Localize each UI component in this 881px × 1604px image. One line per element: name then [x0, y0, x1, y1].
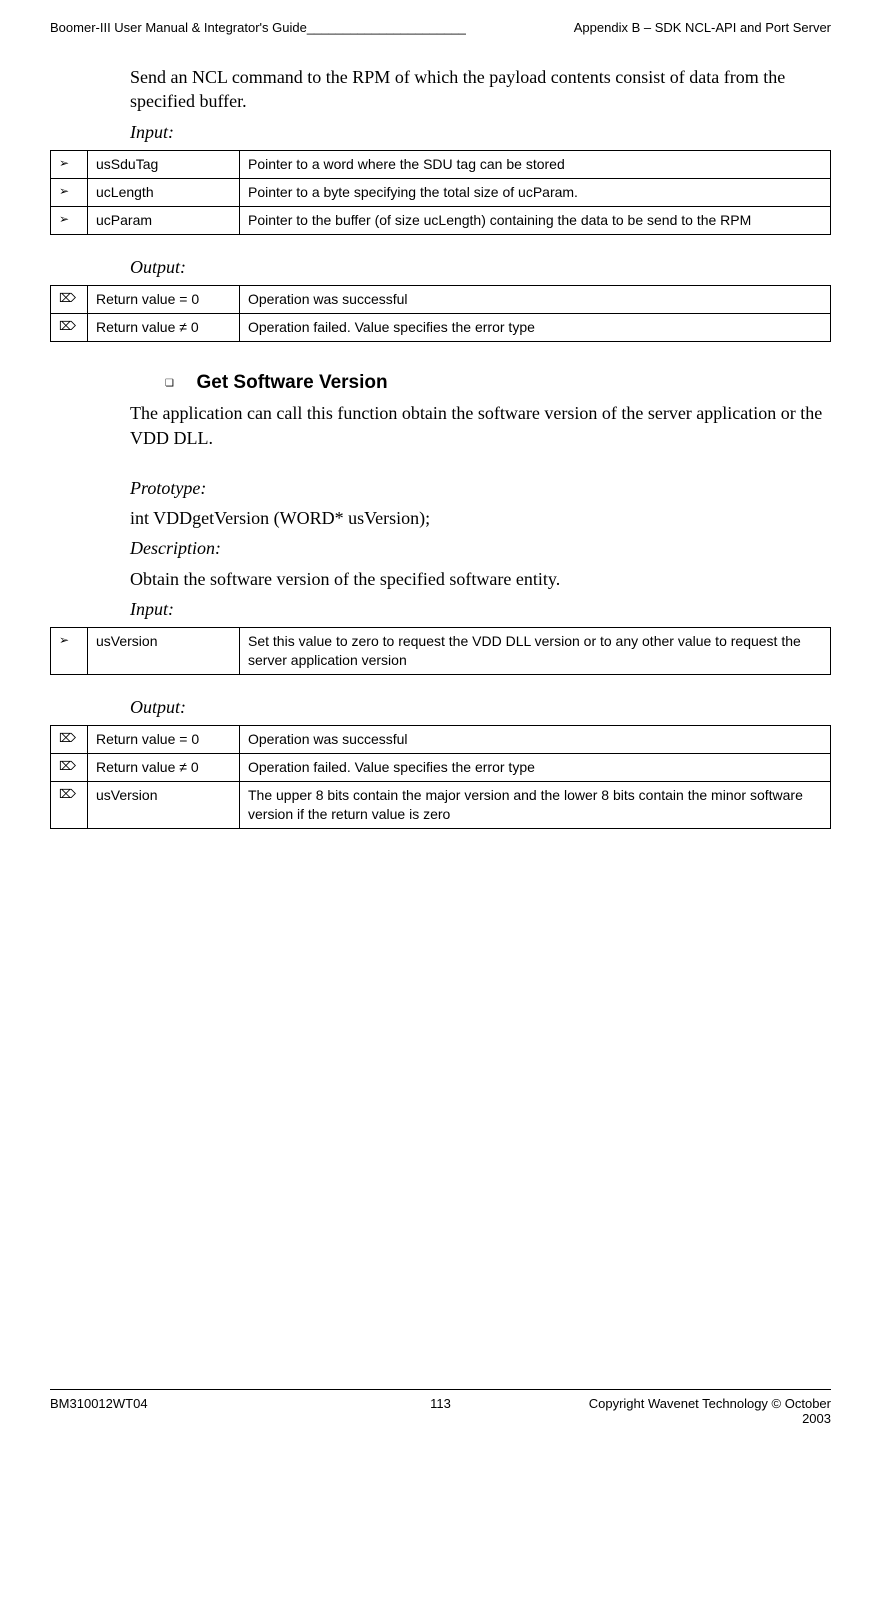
page: Boomer-III User Manual & Integrator's Gu… [0, 0, 881, 1456]
bullet-icon: ❏ [130, 377, 192, 391]
header-right: Appendix B – SDK NCL-API and Port Server [574, 20, 831, 35]
table-row: ➢ ucParam Pointer to the buffer (of size… [51, 206, 831, 234]
arrow-icon: ⌦ [51, 726, 88, 754]
param-desc: Operation was successful [240, 285, 831, 313]
table-row: ⌦ Return value ≠ 0 Operation failed. Val… [51, 313, 831, 341]
table-row: ⌦ Return value ≠ 0 Operation failed. Val… [51, 754, 831, 782]
table-row: ⌦ usVersion The upper 8 bits contain the… [51, 782, 831, 829]
arrow-icon: ⌦ [51, 313, 88, 341]
prototype-text: int VDDgetVersion (WORD* usVersion); [130, 506, 831, 530]
input-label-2: Input: [130, 597, 831, 621]
param-desc: Pointer to the buffer (of size ucLength)… [240, 206, 831, 234]
footer-doc-id: BM310012WT04 [50, 1396, 310, 1426]
arrow-icon: ⌦ [51, 285, 88, 313]
param-name: usVersion [88, 782, 240, 829]
table-row: ➢ usSduTag Pointer to a word where the S… [51, 150, 831, 178]
section-heading: Get Software Version [196, 372, 387, 393]
param-desc: Set this value to zero to request the VD… [240, 628, 831, 675]
description-label: Description: [130, 536, 831, 560]
param-desc: Operation failed. Value specifies the er… [240, 754, 831, 782]
param-name: ucParam [88, 206, 240, 234]
param-desc: Operation was successful [240, 726, 831, 754]
output-table-1: ⌦ Return value = 0 Operation was success… [50, 285, 831, 342]
section-heading-row: ❏ Get Software Version [130, 370, 831, 396]
input-label-1: Input: [130, 120, 831, 144]
footer-page-number: 113 [310, 1396, 570, 1426]
param-desc: Pointer to a word where the SDU tag can … [240, 150, 831, 178]
description-text: Obtain the software version of the speci… [130, 567, 831, 591]
page-header: Boomer-III User Manual & Integrator's Gu… [50, 20, 831, 35]
arrow-icon: ➢ [51, 206, 88, 234]
param-name: Return value ≠ 0 [88, 313, 240, 341]
arrow-icon: ⌦ [51, 754, 88, 782]
output-label-1: Output: [130, 255, 831, 279]
param-name: usSduTag [88, 150, 240, 178]
arrow-icon: ➢ [51, 150, 88, 178]
arrow-icon: ➢ [51, 178, 88, 206]
output-table-2: ⌦ Return value = 0 Operation was success… [50, 725, 831, 829]
param-desc: The upper 8 bits contain the major versi… [240, 782, 831, 829]
arrow-icon: ⌦ [51, 782, 88, 829]
input-table-1: ➢ usSduTag Pointer to a word where the S… [50, 150, 831, 235]
header-left: Boomer-III User Manual & Integrator's Gu… [50, 20, 574, 35]
arrow-icon: ➢ [51, 628, 88, 675]
table-row: ➢ usVersion Set this value to zero to re… [51, 628, 831, 675]
param-name: ucLength [88, 178, 240, 206]
page-footer: BM310012WT04 113 Copyright Wavenet Techn… [50, 1389, 831, 1426]
content-body: Send an NCL command to the RPM of which … [130, 65, 831, 829]
param-name: Return value ≠ 0 [88, 754, 240, 782]
param-desc: Pointer to a byte specifying the total s… [240, 178, 831, 206]
table-row: ➢ ucLength Pointer to a byte specifying … [51, 178, 831, 206]
param-name: Return value = 0 [88, 726, 240, 754]
section1-intro: Send an NCL command to the RPM of which … [130, 65, 831, 114]
param-name: Return value = 0 [88, 285, 240, 313]
param-name: usVersion [88, 628, 240, 675]
footer-copyright: Copyright Wavenet Technology © October 2… [571, 1396, 831, 1426]
param-desc: Operation failed. Value specifies the er… [240, 313, 831, 341]
table-row: ⌦ Return value = 0 Operation was success… [51, 285, 831, 313]
prototype-label: Prototype: [130, 476, 831, 500]
input-table-2: ➢ usVersion Set this value to zero to re… [50, 627, 831, 675]
output-label-2: Output: [130, 695, 831, 719]
section2-intro: The application can call this function o… [130, 401, 831, 450]
table-row: ⌦ Return value = 0 Operation was success… [51, 726, 831, 754]
